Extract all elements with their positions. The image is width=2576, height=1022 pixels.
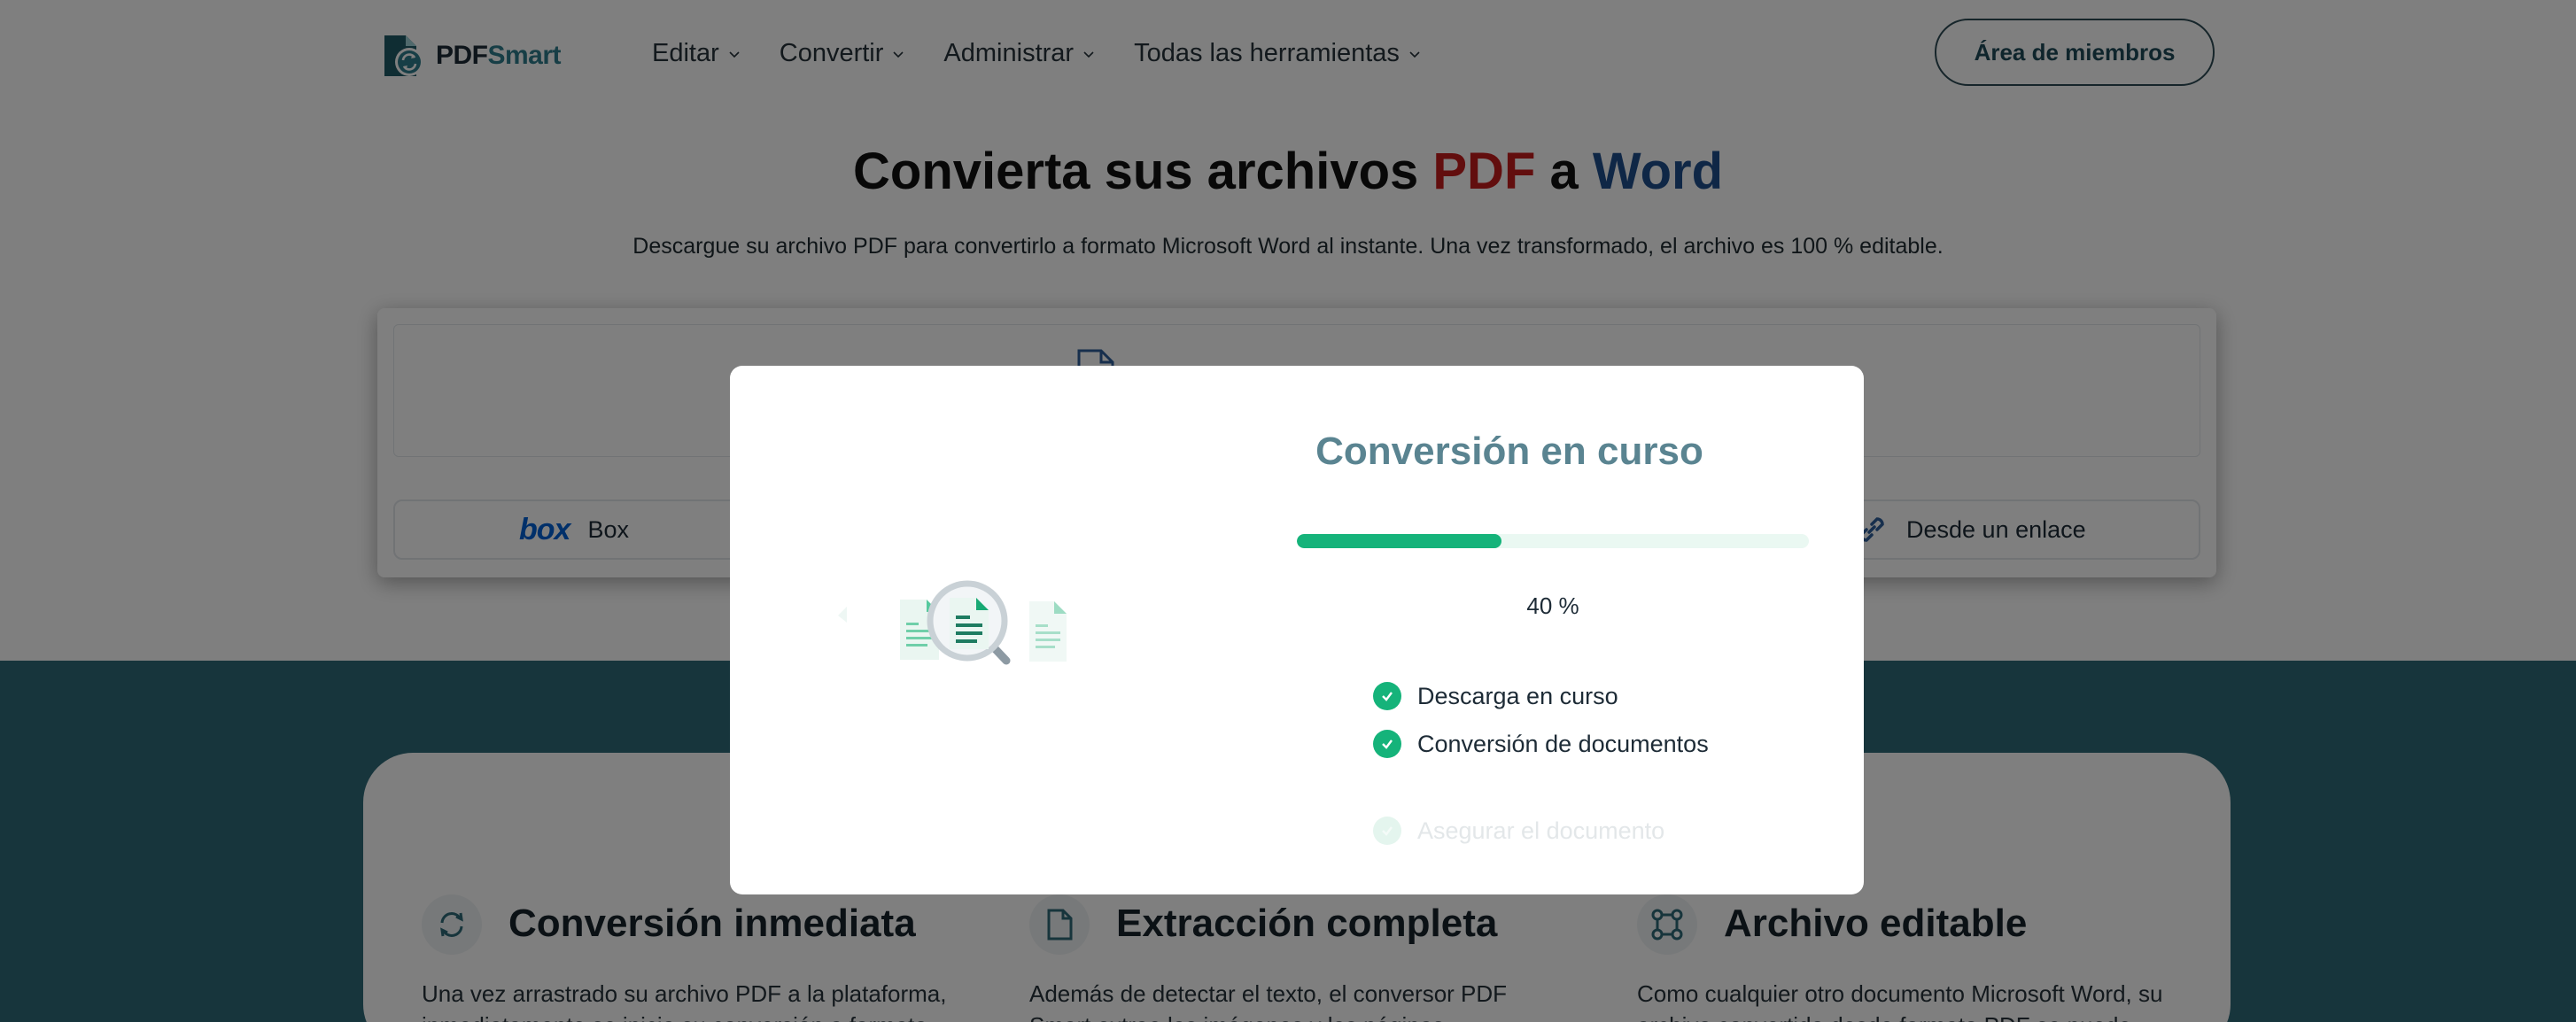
step-download: Descarga en curso	[1373, 672, 1709, 720]
check-icon	[1373, 682, 1401, 710]
step-secure-document: Asegurar el documento	[1373, 807, 1664, 855]
modal-title: Conversión en curso	[1315, 430, 1703, 473]
step-label: Asegurar el documento	[1417, 817, 1665, 844]
step-conversion: Conversión de documentos	[1373, 720, 1709, 768]
progress-fill	[1297, 534, 1502, 548]
step-label: Descarga en curso	[1417, 682, 1618, 709]
magnifier-icon	[927, 580, 1011, 665]
conversion-progress-modal: Conversión en curso 40 % Descarga en cur…	[730, 366, 1864, 894]
progress-percent: 40 %	[1526, 592, 1579, 619]
step-label: Conversión de documentos	[1417, 730, 1709, 757]
check-icon	[1373, 817, 1401, 845]
document-icon	[1029, 601, 1067, 662]
check-icon	[1373, 730, 1401, 758]
conversion-steps: Descarga en curso Conversión de document…	[1373, 672, 1709, 845]
conversion-progress-bar	[1297, 534, 1809, 548]
document-scan-illustration	[838, 580, 1067, 665]
